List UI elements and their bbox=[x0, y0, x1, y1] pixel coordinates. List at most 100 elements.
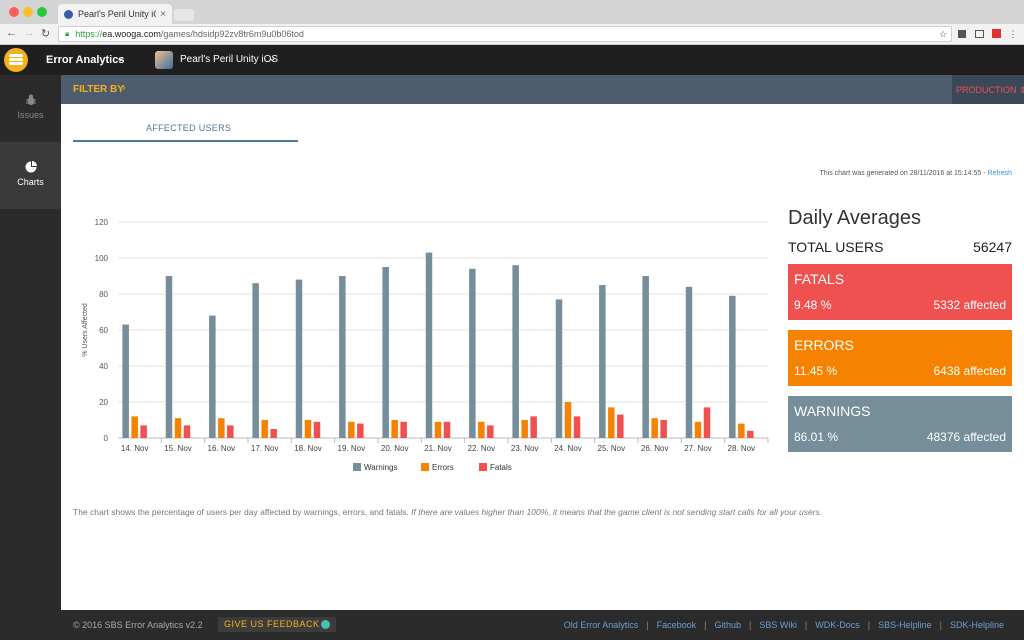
app-header: Error Analytics ⌄ ⌄ bbox=[0, 45, 1024, 75]
x-tick-label: 23. Nov bbox=[511, 444, 539, 453]
forward-arrow-icon[interactable]: → bbox=[24, 27, 35, 39]
close-window-button[interactable] bbox=[9, 7, 19, 17]
filter-by-button[interactable]: FILTER BY bbox=[73, 84, 124, 95]
browser-tab-bar: Pearl's Peril Unity iOS × bbox=[0, 0, 1024, 24]
x-tick-label: 16. Nov bbox=[208, 444, 236, 453]
footer-link-sbs-wiki[interactable]: SBS Wiki bbox=[759, 620, 797, 630]
bar-fatals bbox=[140, 425, 147, 438]
sidebar: Issues Charts bbox=[0, 75, 61, 640]
x-tick-label: 28. Nov bbox=[728, 444, 756, 453]
minimize-window-button[interactable] bbox=[23, 7, 33, 17]
description-text: The chart shows the percentage of users … bbox=[73, 507, 409, 517]
url-path: /games/hdsidp92zv8tr6m9u0b06tod bbox=[160, 29, 304, 39]
total-users-label: TOTAL USERS bbox=[788, 239, 884, 255]
sidebar-item-issues[interactable]: Issues bbox=[0, 75, 61, 142]
y-tick-label: 60 bbox=[99, 326, 108, 335]
x-tick-label: 19. Nov bbox=[338, 444, 366, 453]
bar-fatals bbox=[747, 430, 754, 438]
url-host: ea.wooga.com bbox=[102, 29, 161, 39]
chevron-right-icon[interactable]: › bbox=[122, 82, 126, 94]
card-title: FATALS bbox=[794, 271, 845, 287]
bar-errors bbox=[694, 421, 702, 438]
x-tick-label: 24. Nov bbox=[554, 444, 582, 453]
affected-users-chart: 0 20 40 60 80 100 120 % Users Affected 14. Nov 15… bbox=[82, 218, 769, 472]
footer-link-sbs-helpline[interactable]: SBS-Helpline bbox=[878, 620, 932, 630]
card-affected: 6438 affected bbox=[933, 364, 1006, 378]
menu-dots-icon[interactable]: ⋮ bbox=[1008, 29, 1018, 39]
extension-red-icon[interactable] bbox=[992, 29, 1001, 38]
game-selector[interactable]: Pearl's Peril Unity iOS bbox=[180, 54, 278, 65]
new-tab-button[interactable] bbox=[174, 9, 194, 21]
back-arrow-icon[interactable]: ← bbox=[6, 27, 17, 39]
tab-close-icon[interactable]: × bbox=[160, 9, 166, 20]
footer-link-github[interactable]: Github bbox=[715, 620, 742, 630]
game-avatar[interactable] bbox=[155, 51, 173, 69]
bar-errors bbox=[218, 418, 225, 438]
footer-link-old-ea[interactable]: Old Error Analytics bbox=[564, 620, 639, 630]
footer-link-sdk-helpline[interactable]: SDK-Helpline bbox=[950, 620, 1004, 630]
extension-icon[interactable] bbox=[958, 30, 966, 38]
pie-chart-icon bbox=[25, 161, 37, 173]
bar-warnings bbox=[685, 286, 693, 438]
x-tick-label: 26. Nov bbox=[641, 444, 669, 453]
bar-fatals bbox=[617, 414, 624, 438]
feedback-icon bbox=[321, 620, 330, 629]
legend-swatch bbox=[353, 463, 361, 471]
footer-link-facebook[interactable]: Facebook bbox=[657, 620, 697, 630]
card-affected: 48376 affected bbox=[926, 430, 1006, 444]
cast-icon[interactable] bbox=[975, 30, 984, 38]
browser-tab[interactable]: Pearl's Peril Unity iOS × bbox=[58, 4, 172, 24]
sidebar-item-charts[interactable]: Charts bbox=[0, 142, 61, 209]
bar-fatals bbox=[400, 421, 407, 438]
copyright: © 2016 SBS Error Analytics v2.2 bbox=[73, 620, 203, 630]
refresh-link[interactable]: Refresh bbox=[987, 170, 1012, 177]
reload-icon[interactable]: ↻ bbox=[41, 27, 50, 40]
feedback-button[interactable]: GIVE US FEEDBACK bbox=[218, 617, 336, 632]
url-scheme: https:// bbox=[75, 29, 103, 39]
app-logo-icon[interactable] bbox=[4, 48, 28, 72]
bar-warnings bbox=[339, 276, 346, 438]
card-percent: 11.45 % bbox=[794, 364, 838, 378]
footer-link-wdk-docs[interactable]: WDK-Docs bbox=[815, 620, 860, 630]
url-field[interactable]: 🔒︎ https://ea.wooga.com/games/hdsidp92zv… bbox=[58, 26, 952, 42]
bar-errors bbox=[261, 420, 268, 438]
separator: | bbox=[704, 620, 707, 630]
app-name[interactable]: Error Analytics bbox=[46, 54, 124, 66]
card-percent: 9.48 % bbox=[794, 298, 832, 312]
bar-fatals bbox=[183, 425, 191, 438]
x-tick-label: 25. Nov bbox=[598, 444, 626, 453]
bar-warnings bbox=[512, 265, 519, 438]
legend-swatch bbox=[421, 463, 429, 471]
separator: | bbox=[749, 620, 752, 630]
lock-icon: 🔒︎ bbox=[65, 29, 70, 38]
chevron-down-icon[interactable]: ⌄ bbox=[116, 53, 124, 64]
separator: | bbox=[939, 620, 942, 630]
tab-affected-users[interactable]: AFFECTED USERS bbox=[146, 123, 231, 133]
star-icon[interactable]: ☆ bbox=[938, 29, 948, 39]
y-tick-label: 100 bbox=[95, 254, 109, 263]
legend-label: Fatals bbox=[490, 463, 512, 472]
bar-warnings bbox=[729, 295, 736, 438]
legend-swatch bbox=[479, 463, 487, 471]
bar-fatals bbox=[530, 416, 537, 438]
bar-errors bbox=[521, 420, 528, 438]
bar-fatals bbox=[313, 421, 321, 438]
x-tick-label: 27. Nov bbox=[684, 444, 712, 453]
footer-links: Old Error Analytics | Facebook | Github | SBS … bbox=[564, 620, 1004, 630]
x-tick-label: 17. Nov bbox=[251, 444, 279, 453]
bar-errors bbox=[608, 407, 615, 438]
environment-selector[interactable]: PRODUCTION ⇕ bbox=[952, 75, 1024, 104]
bar-errors bbox=[391, 420, 398, 438]
bar-warnings bbox=[469, 268, 476, 438]
bar-fatals bbox=[487, 425, 494, 438]
card-title: ERRORS bbox=[794, 337, 854, 353]
x-tick-label: 15. Nov bbox=[164, 444, 192, 453]
sidebar-item-label: Issues bbox=[17, 110, 44, 120]
fatals-card: FATALS 9.48 % 5332 affected bbox=[788, 264, 1012, 320]
maximize-window-button[interactable] bbox=[37, 7, 47, 17]
bar-warnings bbox=[252, 283, 259, 438]
separator: | bbox=[804, 620, 808, 630]
favicon-icon bbox=[64, 9, 73, 19]
bar-errors bbox=[564, 402, 572, 438]
errors-card: ERRORS 11.45 % 6438 affected bbox=[788, 330, 1012, 386]
